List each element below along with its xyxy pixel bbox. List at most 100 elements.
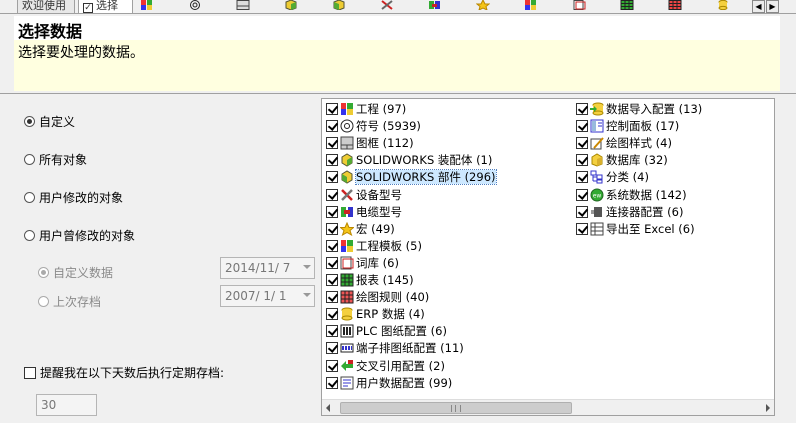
item-checkbox[interactable] bbox=[326, 239, 338, 252]
list-item[interactable]: 电缆型号 bbox=[326, 204, 402, 221]
reminder-checkbox[interactable]: 提醒我在以下天数后执行定期存档: bbox=[24, 365, 224, 381]
list-item[interactable]: 导出至 Excel (6) bbox=[576, 221, 695, 238]
part-icon bbox=[341, 170, 353, 184]
item-checkbox[interactable] bbox=[576, 120, 588, 133]
list-item-label: 系统数据 (142) bbox=[606, 187, 687, 202]
parts-icon[interactable] bbox=[140, 0, 154, 10]
list-item[interactable]: 设备型号 bbox=[326, 187, 402, 204]
list-item-label: 控制面板 (17) bbox=[606, 119, 680, 134]
list-item[interactable]: SOLIDWORKS 部件 (296) bbox=[326, 169, 497, 186]
list-item-label: 绘图样式 (4) bbox=[606, 136, 672, 151]
item-checkbox[interactable] bbox=[326, 325, 338, 338]
item-checkbox[interactable] bbox=[326, 103, 338, 115]
data-type-list[interactable]: 工程 (97) 符号 (5939) 图框 (112) SOLIDWORKS 装配体 (… bbox=[321, 98, 775, 416]
database-icon bbox=[591, 153, 603, 167]
item-checkbox[interactable] bbox=[576, 154, 588, 167]
list-item-label: 宏 (49) bbox=[356, 221, 395, 236]
item-checkbox[interactable] bbox=[326, 171, 338, 184]
list-item-label: 用户数据配置 (99) bbox=[356, 375, 453, 390]
list-item[interactable]: 端子排图纸配置 (11) bbox=[326, 340, 464, 357]
item-checkbox[interactable] bbox=[576, 171, 588, 184]
item-checkbox[interactable] bbox=[326, 205, 338, 218]
item-checkbox[interactable] bbox=[576, 188, 588, 201]
archive-date-picker[interactable]: 2007/ 1/ 1 bbox=[220, 285, 315, 307]
item-checkbox[interactable] bbox=[326, 188, 338, 201]
list-item[interactable]: 用户数据配置 (99) bbox=[326, 375, 452, 392]
tab-scroll-left-button[interactable]: ◀ bbox=[752, 0, 765, 13]
item-checkbox[interactable] bbox=[326, 274, 338, 286]
horizontal-scrollbar[interactable] bbox=[322, 399, 774, 415]
radio-user-ever-modified-label: 用户曾修改的对象 bbox=[39, 229, 136, 243]
list-item[interactable]: 控制面板 (17) bbox=[576, 118, 679, 135]
radio-last-archive[interactable]: 上次存档 bbox=[38, 294, 101, 310]
list-item[interactable]: 绘图规则 (40) bbox=[326, 289, 429, 306]
list-item[interactable]: 宏 (49) bbox=[326, 221, 395, 238]
list-item[interactable]: 报表 (145) bbox=[326, 272, 414, 289]
list-item[interactable]: 绘图样式 (4) bbox=[576, 135, 672, 152]
cable-icon[interactable] bbox=[428, 0, 442, 10]
report-icon[interactable] bbox=[620, 0, 634, 10]
template-icon[interactable] bbox=[524, 0, 538, 10]
item-checkbox[interactable] bbox=[326, 154, 338, 167]
item-checkbox[interactable] bbox=[326, 137, 338, 150]
list-item[interactable]: ew 系统数据 (142) bbox=[576, 187, 687, 204]
radio-user-modified[interactable]: 用户修改的对象 bbox=[24, 190, 123, 206]
item-checkbox[interactable] bbox=[326, 256, 338, 269]
item-checkbox[interactable] bbox=[326, 376, 338, 389]
tools-icon[interactable] bbox=[380, 0, 394, 10]
list-item-label: 图框 (112) bbox=[356, 136, 414, 151]
list-item[interactable]: 交叉引用配置 (2) bbox=[326, 358, 445, 375]
item-checkbox[interactable] bbox=[326, 359, 338, 372]
item-checkbox[interactable] bbox=[326, 342, 338, 355]
item-checkbox[interactable] bbox=[326, 291, 338, 304]
part-icon[interactable] bbox=[332, 0, 346, 10]
list-item[interactable]: SOLIDWORKS 装配体 (1) bbox=[326, 152, 492, 169]
list-item[interactable]: 数据库 (32) bbox=[576, 152, 668, 169]
item-checkbox[interactable] bbox=[576, 137, 588, 150]
title-block-icon bbox=[340, 136, 354, 150]
list-item[interactable]: PLC 图纸配置 (6) bbox=[326, 323, 447, 340]
list-item[interactable]: 图框 (112) bbox=[326, 135, 414, 152]
scroll-right-arrow-icon[interactable] bbox=[766, 404, 770, 412]
scroll-left-arrow-icon[interactable] bbox=[326, 404, 330, 412]
list-item[interactable]: 工程模板 (5) bbox=[326, 238, 422, 255]
list-item-label: 连接器配置 (6) bbox=[606, 204, 684, 219]
database-icon[interactable] bbox=[716, 0, 730, 10]
item-checkbox[interactable] bbox=[326, 222, 338, 235]
tab-welcome[interactable]: 欢迎使用 bbox=[17, 0, 75, 13]
list-item[interactable]: 符号 (5939) bbox=[326, 118, 421, 135]
scrollbar-thumb[interactable] bbox=[340, 402, 572, 414]
list-item-label: 导出至 Excel (6) bbox=[606, 221, 695, 236]
tab-select[interactable]: ✓ 选择 bbox=[78, 0, 133, 13]
grid-icon[interactable] bbox=[668, 0, 682, 10]
item-checkbox[interactable] bbox=[576, 222, 588, 235]
symbol-icon[interactable] bbox=[188, 0, 202, 10]
item-checkbox[interactable] bbox=[576, 205, 588, 218]
radio-indicator bbox=[38, 296, 49, 307]
tab-scroll-right-button[interactable]: ▶ bbox=[766, 0, 779, 13]
list-item[interactable]: 分类 (4) bbox=[576, 169, 649, 186]
list-item[interactable]: 工程 (97) bbox=[326, 101, 406, 118]
radio-all-objects[interactable]: 所有对象 bbox=[24, 152, 87, 168]
list-item[interactable]: ERP 数据 (4) bbox=[326, 306, 425, 323]
radio-custom-data[interactable]: 自定义数据 bbox=[38, 265, 113, 281]
star-icon[interactable] bbox=[476, 0, 490, 10]
page-title: 选择数据 bbox=[18, 22, 83, 41]
radio-custom[interactable]: 自定义 bbox=[24, 114, 75, 130]
list-item[interactable]: 数据导入配置 (13) bbox=[576, 101, 702, 118]
reminder-days-input[interactable]: 30 bbox=[36, 394, 97, 416]
control-panel-icon bbox=[590, 119, 604, 133]
library-icon[interactable] bbox=[572, 0, 586, 10]
list-item[interactable]: 词库 (6) bbox=[326, 255, 399, 272]
custom-date-picker[interactable]: 2014/11/ 7 bbox=[220, 257, 315, 279]
radio-user-ever-modified[interactable]: 用户曾修改的对象 bbox=[24, 228, 135, 244]
list-item[interactable]: 连接器配置 (6) bbox=[576, 204, 683, 221]
frame-icon[interactable] bbox=[236, 0, 250, 10]
assembly-icon bbox=[341, 153, 353, 167]
report-icon bbox=[340, 273, 354, 287]
item-checkbox[interactable] bbox=[576, 103, 588, 115]
assembly-icon[interactable] bbox=[284, 0, 298, 10]
item-checkbox[interactable] bbox=[326, 120, 338, 133]
erp-data-icon bbox=[341, 307, 353, 321]
item-checkbox[interactable] bbox=[326, 308, 338, 321]
